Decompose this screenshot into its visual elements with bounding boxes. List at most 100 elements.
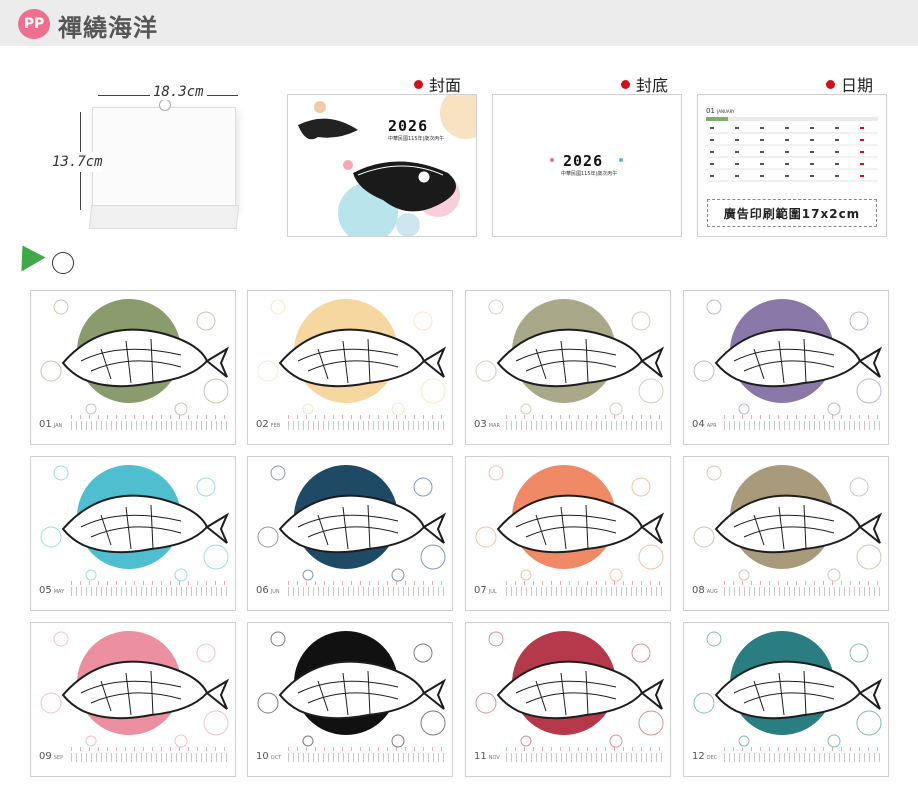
month-number: 04 <box>692 419 705 430</box>
month-number: 07 <box>474 585 487 596</box>
month-label: 12 DEC <box>692 751 717 762</box>
decor-ring <box>520 735 532 747</box>
decor-ring <box>488 465 504 481</box>
cartoon-girl-icon <box>52 252 74 274</box>
calendar-weekday-strip <box>288 747 446 751</box>
red-dot-icon <box>414 79 423 89</box>
ad-print-area-text: 廣告印刷範圍17x2cm <box>723 206 861 221</box>
month-card: 10 OCT <box>247 622 453 777</box>
month-card: 05 MAY <box>30 456 236 611</box>
cover-panel: 2026 中華民國115年|歲次丙午 <box>287 94 477 237</box>
red-dot-icon <box>826 79 835 89</box>
decor-ring <box>302 735 314 747</box>
calendar-weekday-strip <box>724 581 882 585</box>
decor-ring <box>856 544 882 570</box>
width-dimension-label: 18.3cm <box>150 84 207 100</box>
month-card: 09 SEP <box>30 622 236 777</box>
decor-ring <box>196 311 216 331</box>
calendar-day-strip <box>71 753 229 762</box>
month-card: 04 APR <box>683 290 889 445</box>
page-title: 禪繞海洋 <box>58 14 158 42</box>
decor-ring <box>638 710 664 736</box>
calendar-day-strip <box>724 587 882 596</box>
month-abbr: APR <box>706 423 717 429</box>
decor-ring <box>609 734 623 748</box>
decor-ring <box>391 402 405 416</box>
month-abbr: JUN <box>270 589 280 595</box>
month-abbr: JUL <box>488 589 497 595</box>
calendar-day-strip <box>724 753 882 762</box>
decor-ring <box>738 569 750 581</box>
calendar-weekday-strip <box>288 581 446 585</box>
decor-ring <box>302 403 314 415</box>
decor-ring <box>693 526 715 548</box>
calendar-day-strip <box>288 587 446 596</box>
month-number: 08 <box>692 585 705 596</box>
month-card: 02 FEB <box>247 290 453 445</box>
calendar-day-strip <box>71 421 229 430</box>
month-label: 11 NOV <box>474 751 500 762</box>
calendar-weekday-strip <box>506 747 664 751</box>
decor-ring <box>706 465 722 481</box>
decor-ring <box>827 402 841 416</box>
cover-section-label: 封面 <box>414 72 461 96</box>
month-number: 11 <box>474 751 487 762</box>
pp-logo-icon: PP <box>18 9 50 39</box>
calendar-day-strip <box>506 421 664 430</box>
month-number: 12 <box>692 751 705 762</box>
decor-ring <box>413 311 433 331</box>
decor-ring <box>849 477 869 497</box>
decor-ring <box>391 568 405 582</box>
decor-ring <box>693 692 715 714</box>
decor-ring <box>203 710 229 736</box>
decor-ring <box>53 299 69 315</box>
calendar-day-strip <box>724 421 882 430</box>
month-label: 06 JUN <box>256 585 280 596</box>
date-panel: 01 JANUARY 廣告印刷範圍17x2cm <box>697 94 887 237</box>
decor-ring <box>270 631 286 647</box>
decor-ring <box>203 378 229 404</box>
calendar-weekday-strip <box>506 581 664 585</box>
month-number: 09 <box>39 751 52 762</box>
calendar-day-strip <box>506 753 664 762</box>
month-abbr: SEP <box>53 755 64 761</box>
decor-ring <box>174 734 188 748</box>
decor-ring <box>638 544 664 570</box>
decor-ring <box>196 477 216 497</box>
decor-ring <box>475 360 497 382</box>
calendar-day-strip <box>506 587 664 596</box>
decor-ring <box>196 643 216 663</box>
decor-ring <box>738 403 750 415</box>
decor-ring <box>420 378 446 404</box>
decor-ring <box>40 526 62 548</box>
decor-ring <box>174 568 188 582</box>
decor-ring <box>827 568 841 582</box>
month-card: 11 NOV <box>465 622 671 777</box>
calendar-weekday-strip <box>506 415 664 419</box>
month-label: 10 OCT <box>256 751 281 762</box>
decor-ring <box>257 526 279 548</box>
decor-ring <box>827 734 841 748</box>
calendar-weekday-strip <box>288 415 446 419</box>
month-abbr: MAY <box>53 589 65 595</box>
month-number: 01 <box>39 419 52 430</box>
month-abbr: AUG <box>706 589 718 595</box>
calendar-weekday-strip <box>724 415 882 419</box>
month-abbr: JAN <box>53 423 63 429</box>
cover-subtitle: 中華民國115年|歲次丙午 <box>388 136 445 142</box>
back-label-text: 封底 <box>636 76 669 95</box>
decor-ring <box>203 544 229 570</box>
month-label: 04 APR <box>692 419 717 430</box>
decor-ring <box>40 360 62 382</box>
calendar-weekday-strip <box>724 747 882 751</box>
month-card: 03 MAR <box>465 290 671 445</box>
decor-ring <box>609 402 623 416</box>
calendar-weekday-strip <box>71 581 229 585</box>
cover-artwork <box>298 95 476 236</box>
calendar-day-strip <box>71 587 229 596</box>
decor-ring <box>53 465 69 481</box>
back-year: 2026 <box>563 152 604 170</box>
decor-ring <box>270 299 286 315</box>
decor-ring <box>413 477 433 497</box>
month-number: 03 <box>474 419 487 430</box>
